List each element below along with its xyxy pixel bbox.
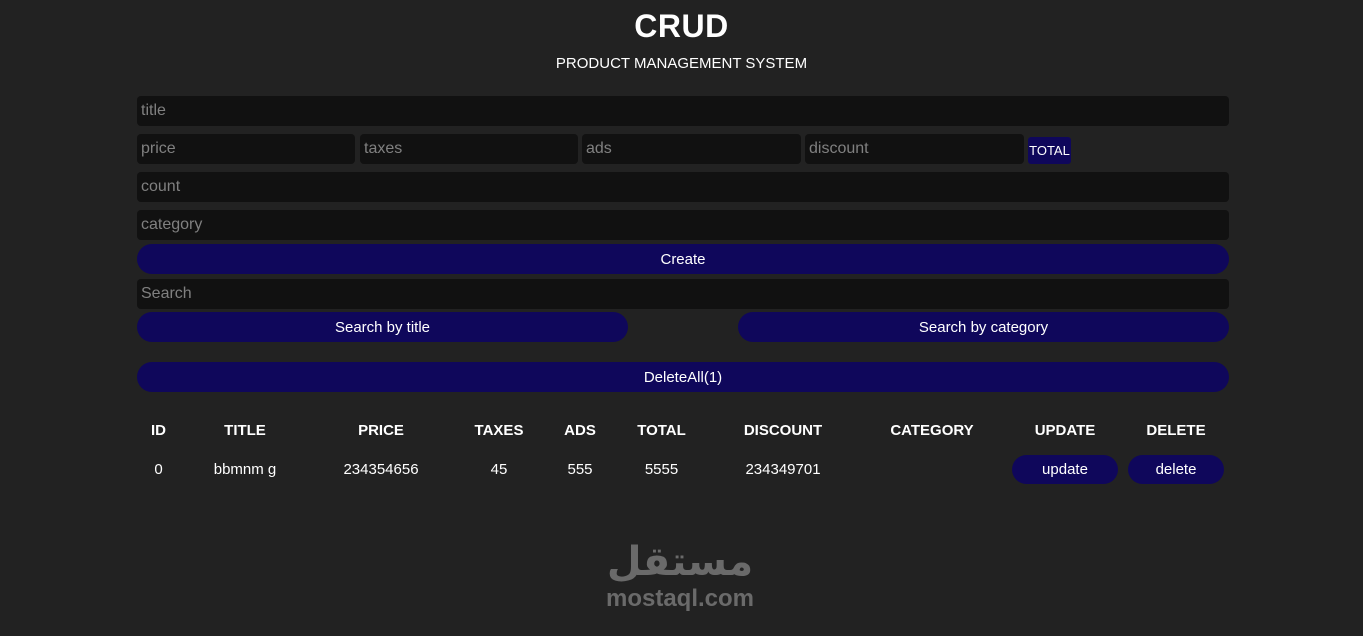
col-header-title: TITLE [224,421,266,439]
col-header-taxes: TAXES [474,421,524,439]
category-input[interactable] [137,210,1229,240]
table-header-row: ID TITLE PRICE TAXES ADS TOTAL DISCOUNT … [137,412,1229,448]
col-header-ads: ADS [564,421,596,439]
watermark-arabic: مستقل [606,539,754,585]
total-badge: TOTAL [1028,137,1071,164]
watermark-logo: مستقل mostaql.com [580,538,780,612]
cell-total: 5555 [644,460,679,478]
col-header-id: ID [151,421,166,439]
col-header-category: CATEGORY [890,421,974,439]
cell-update: update [1007,448,1123,490]
cell-id: 0 [154,460,163,478]
col-header-price: PRICE [358,421,404,439]
count-input[interactable] [137,172,1229,202]
cell-price: 234354656 [343,460,419,478]
update-button[interactable]: update [1012,454,1118,484]
products-table: ID TITLE PRICE TAXES ADS TOTAL DISCOUNT … [137,412,1229,490]
app-root: CRUD PRODUCT MANAGEMENT SYSTEM TOTAL Cre… [0,0,1363,636]
delete-all-button[interactable]: DeleteAll(1) [137,362,1229,392]
price-input[interactable] [137,134,355,164]
watermark-latin: mostaql.com [605,585,755,612]
page-title: CRUD [634,8,729,44]
cell-ads: 555 [567,460,593,478]
title-input[interactable] [137,96,1229,126]
col-header-discount: DISCOUNT [743,421,823,439]
cell-delete: delete [1123,448,1229,490]
cell-taxes: 45 [490,460,508,478]
taxes-input[interactable] [360,134,578,164]
col-header-update: UPDATE [1034,421,1096,439]
cell-title: bbmnm g [213,460,277,478]
table-row: 0 bbmnm g 234354656 45 555 5555 23434970… [137,448,1229,490]
col-header-total: TOTAL [637,421,686,439]
page-subtitle: PRODUCT MANAGEMENT SYSTEM [555,55,808,72]
cell-discount: 234349701 [745,460,821,478]
col-header-delete: DELETE [1146,421,1206,439]
discount-input[interactable] [805,134,1024,164]
search-by-title-button[interactable]: Search by title [137,312,628,342]
cell-category [857,448,1007,490]
search-input[interactable] [137,279,1229,309]
search-by-category-button[interactable]: Search by category [738,312,1229,342]
create-button[interactable]: Create [137,244,1229,274]
delete-button[interactable]: delete [1128,454,1224,484]
ads-input[interactable] [582,134,801,164]
